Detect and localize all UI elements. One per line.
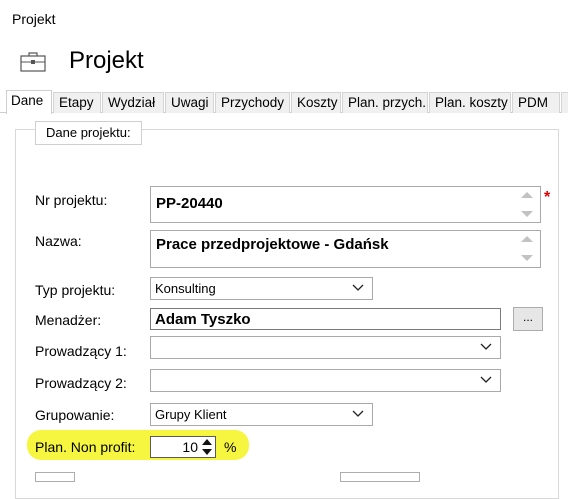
nazwa-value: Prace przedprojektowe - Gdańsk bbox=[156, 236, 389, 253]
chevron-down-icon bbox=[480, 343, 492, 350]
window-title: Projekt bbox=[12, 11, 56, 27]
menadzer-browse-button[interactable]: ... bbox=[513, 307, 543, 331]
scroll-arrows-icon bbox=[520, 187, 534, 223]
chevron-down-icon bbox=[352, 410, 364, 417]
menadzer-input[interactable]: Adam Tyszko bbox=[150, 308, 501, 330]
tab-etapy[interactable]: Etapy bbox=[53, 92, 101, 113]
typ-projektu-select[interactable]: Konsulting bbox=[150, 277, 373, 300]
typ-projektu-value: Konsulting bbox=[155, 281, 216, 296]
plan-non-profit-label: Plan. Non profit: bbox=[35, 439, 136, 455]
group-label: Dane projektu: bbox=[35, 121, 142, 145]
page-header: Projekt bbox=[0, 40, 568, 90]
window-titlebar: Projekt bbox=[0, 0, 568, 40]
menadzer-label: Menadżer: bbox=[35, 312, 102, 328]
nr-projektu-value: PP-20440 bbox=[156, 195, 223, 212]
bottom-button-right[interactable] bbox=[340, 472, 420, 482]
tab-pdm[interactable]: PDM bbox=[512, 92, 560, 113]
chevron-down-icon bbox=[480, 376, 492, 383]
required-marker: * bbox=[544, 189, 551, 206]
prowadzacy2-select[interactable] bbox=[150, 369, 501, 392]
prowadzacy1-select[interactable] bbox=[150, 336, 501, 359]
nazwa-label: Nazwa: bbox=[35, 233, 82, 249]
nr-projektu-field[interactable]: PP-20440 bbox=[150, 186, 541, 223]
tab-dane[interactable]: Dane bbox=[6, 90, 52, 114]
prowadzacy2-label: Prowadzący 2: bbox=[35, 375, 127, 391]
percent-unit: % bbox=[224, 439, 237, 455]
page-title: Projekt bbox=[69, 47, 144, 74]
grupowanie-label: Grupowanie: bbox=[35, 407, 115, 423]
typ-projektu-label: Typ projektu: bbox=[35, 282, 116, 298]
tab-przychody[interactable]: Przychody bbox=[215, 92, 290, 113]
menadzer-value: Adam Tyszko bbox=[155, 311, 251, 328]
tab-more[interactable]: D bbox=[561, 92, 568, 113]
scroll-arrows-icon bbox=[520, 231, 534, 267]
tab-plan-przych[interactable]: Plan. przych. bbox=[342, 92, 428, 113]
plan-non-profit-value: 10 bbox=[182, 439, 198, 455]
grupowanie-select[interactable]: Grupy Klient bbox=[150, 403, 373, 426]
nr-projektu-label: Nr projektu: bbox=[35, 192, 108, 208]
plan-non-profit-stepper[interactable]: 10 bbox=[150, 436, 216, 458]
tab-koszty[interactable]: Koszty bbox=[291, 92, 341, 113]
tab-plan-koszty[interactable]: Plan. koszty bbox=[429, 92, 511, 113]
briefcase-icon bbox=[20, 52, 46, 72]
prowadzacy1-label: Prowadzący 1: bbox=[35, 343, 127, 359]
grupowanie-value: Grupy Klient bbox=[155, 407, 227, 422]
tab-wydzial[interactable]: Wydział bbox=[102, 92, 164, 113]
spin-arrows-icon[interactable] bbox=[201, 438, 214, 457]
tab-bar: Dane Etapy Wydział Uwagi Przychody Koszt… bbox=[0, 90, 568, 114]
nazwa-field[interactable]: Prace przedprojektowe - Gdańsk bbox=[150, 230, 541, 268]
tab-uwagi[interactable]: Uwagi bbox=[165, 92, 214, 113]
chevron-down-icon bbox=[352, 284, 364, 291]
bottom-button-left[interactable] bbox=[35, 472, 75, 482]
